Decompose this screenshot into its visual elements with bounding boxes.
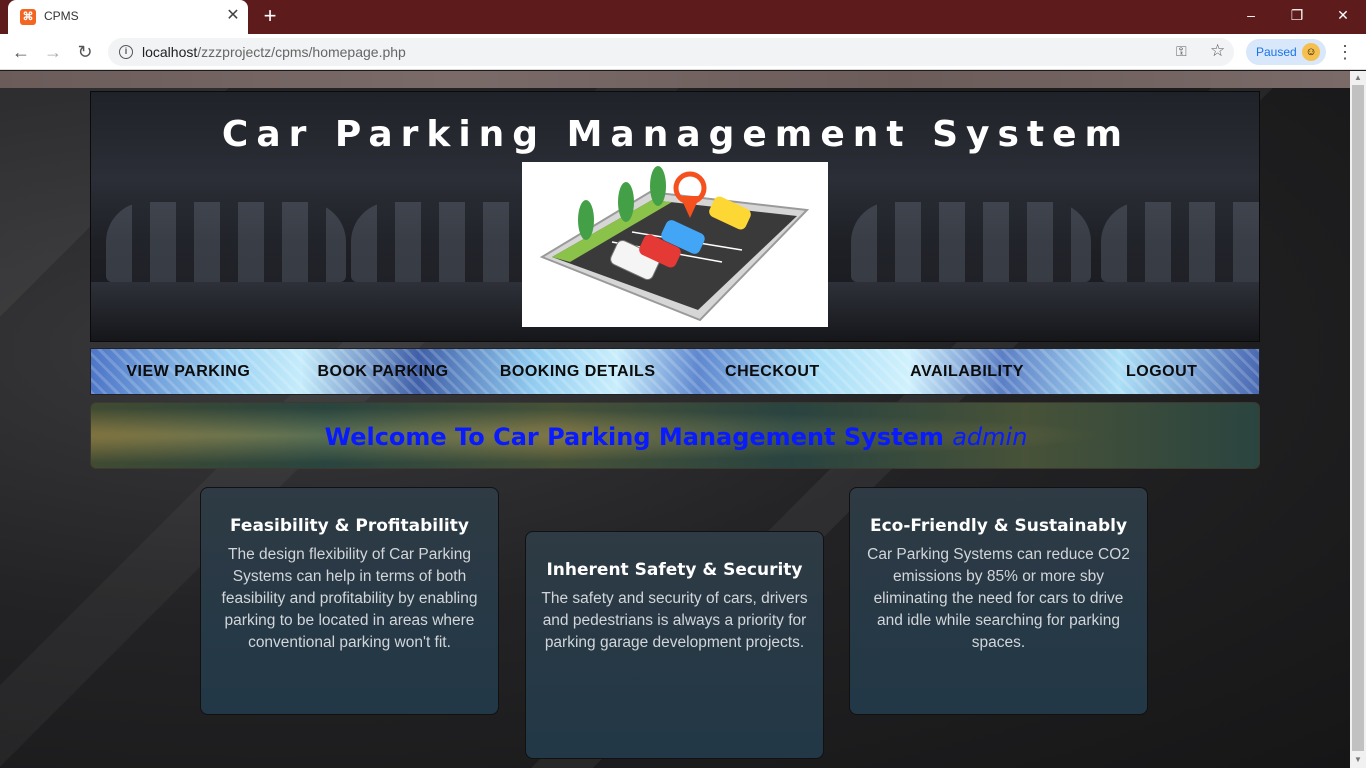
bookmark-star-icon[interactable]: ☆ [1210,41,1225,61]
garage-backdrop [106,202,346,282]
profile-button[interactable]: Paused ☺ [1246,39,1326,65]
reload-icon[interactable]: ↻ [72,39,98,65]
browser-tab[interactable]: ⌘ CPMS ✕ [8,0,248,34]
restore-button[interactable]: ❐ [1274,0,1320,30]
welcome-message: Welcome To Car Parking Management System [324,423,944,451]
close-tab-icon[interactable]: ✕ [224,6,242,26]
nav-booking-details[interactable]: BOOKING DETAILS [480,349,675,394]
welcome-banner: Welcome To Car Parking Management System… [90,402,1260,469]
address-bar[interactable]: i localhost/zzzprojectz/cpms/homepage.ph… [108,38,1234,66]
minimize-button[interactable]: – [1228,0,1274,30]
forward-arrow-icon[interactable]: → [40,39,66,65]
garage-backdrop [851,202,1091,282]
back-arrow-icon[interactable]: ← [8,39,34,65]
url-host: localhost [142,44,198,60]
key-icon[interactable]: ⚿ [1176,43,1187,60]
parking-tablet-graphic [539,166,810,322]
avatar-icon: ☺ [1302,43,1320,61]
browser-menu-icon[interactable]: ⋮ [1336,41,1354,65]
nav-logout[interactable]: LOGOUT [1064,349,1259,394]
card-title: Feasibility & Profitability [230,516,469,536]
feature-card-eco: Eco-Friendly & Sustainably Car Parking S… [849,487,1148,715]
card-text: The design flexibility of Car Parking Sy… [221,546,478,651]
page-title: Car Parking Management System [221,114,1131,155]
info-icon[interactable]: i [119,45,133,59]
parking-illustration [522,162,828,327]
nav-view-parking[interactable]: VIEW PARKING [91,349,286,394]
welcome-heading: Welcome To Car Parking Management System… [91,423,1261,451]
welcome-username: admin [952,423,1028,451]
feature-card-safety: Inherent Safety & Security The safety an… [525,531,824,759]
card-text: Car Parking Systems can reduce CO2 emiss… [867,546,1130,651]
page-scrollbar[interactable]: ▲ ▼ [1350,71,1366,768]
scroll-up-icon[interactable]: ▲ [1354,73,1362,82]
url-path: /zzzprojectz/cpms/homepage.php [197,44,406,60]
feature-card-feasibility: Feasibility & Profitability The design f… [200,487,499,715]
profile-status-label: Paused [1256,45,1297,59]
close-window-button[interactable]: ✕ [1320,0,1366,30]
page-viewport: Car Parking Management System VIEW PARKI… [0,71,1350,768]
url-text[interactable]: localhost/zzzprojectz/cpms/homepage.php [142,44,406,60]
card-text: The safety and security of cars, drivers… [541,590,808,651]
nav-availability[interactable]: AVAILABILITY [870,349,1065,394]
page-top-strip [0,71,1350,88]
scroll-down-icon[interactable]: ▼ [1354,755,1362,764]
browser-toolbar: ← → ↻ i localhost/zzzprojectz/cpms/homep… [0,34,1366,70]
main-nav: VIEW PARKING BOOK PARKING BOOKING DETAIL… [90,348,1260,395]
garage-backdrop [1101,202,1259,282]
browser-tab-bar: ⌘ CPMS ✕ + – ❐ ✕ [0,0,1366,34]
scroll-thumb[interactable] [1352,85,1364,751]
nav-checkout[interactable]: CHECKOUT [675,349,870,394]
xampp-icon: ⌘ [20,9,36,25]
card-title: Inherent Safety & Security [546,560,803,580]
card-title: Eco-Friendly & Sustainably [869,516,1128,536]
nav-book-parking[interactable]: BOOK PARKING [286,349,481,394]
tab-title: CPMS [44,9,79,23]
header-banner: Car Parking Management System [90,91,1260,342]
new-tab-button[interactable]: + [258,4,282,28]
